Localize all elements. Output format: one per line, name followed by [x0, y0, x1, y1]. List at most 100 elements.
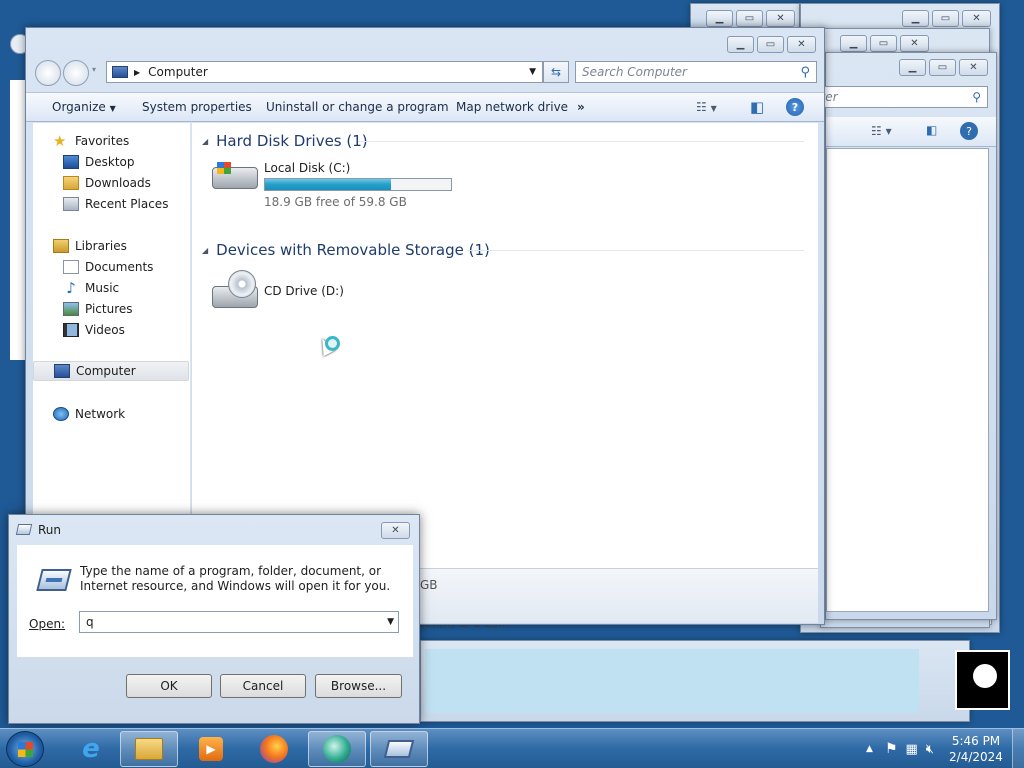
network-icon[interactable]: ▦ [906, 742, 918, 757]
taskbar-run[interactable] [370, 731, 428, 767]
open-input-value[interactable]: q [86, 615, 94, 629]
action-center-flag-icon[interactable]: ⚑ [885, 741, 898, 757]
windows-logo-icon [18, 742, 33, 757]
nav-computer[interactable]: Computer [33, 361, 189, 381]
music-note-icon: ♪ [66, 279, 76, 297]
maximize-button[interactable]: ▭ [757, 36, 784, 53]
nav-libraries[interactable]: Libraries [33, 236, 189, 256]
drive-d[interactable]: CD Drive (D:) [210, 268, 410, 318]
search-input[interactable]: uter ⚲ [806, 86, 988, 108]
volume-muted-icon[interactable]: 🔇︎ [926, 742, 934, 757]
folder-icon [135, 738, 163, 760]
nav-favorites[interactable]: ★ Favorites [33, 131, 189, 151]
help-icon[interactable]: ? [960, 122, 978, 140]
recent-pages-icon[interactable]: ▾ [92, 65, 96, 74]
nav-downloads[interactable]: Downloads [33, 173, 189, 193]
videos-filmstrip-icon [63, 323, 79, 337]
search-icon: ⚲ [800, 64, 810, 80]
collapse-triangle-icon[interactable]: ◢ [202, 137, 208, 146]
search-input[interactable]: Search Computer ⚲ [575, 61, 817, 83]
run-body: Type the name of a program, folder, docu… [17, 545, 413, 657]
minimize-button[interactable]: ▁ [902, 10, 929, 27]
system-properties-button[interactable]: System properties [142, 100, 252, 114]
nav-desktop-label: Desktop [85, 155, 135, 169]
background-dark-window [955, 650, 1010, 710]
organize-menu[interactable]: Organize ▼ [52, 100, 116, 114]
maximize-button[interactable]: ▭ [870, 35, 897, 52]
preview-pane-icon[interactable]: ◧ [750, 98, 764, 116]
group-header-removable[interactable]: ◢ Devices with Removable Storage (1) [202, 241, 490, 259]
taskbar-app-circle[interactable] [308, 731, 366, 767]
clock[interactable]: 5:46 PM 2/4/2024 [940, 733, 1012, 765]
breadcrumb-computer[interactable]: Computer [148, 65, 208, 79]
close-button[interactable]: ✕ [381, 522, 410, 539]
nav-network[interactable]: Network [33, 404, 189, 424]
cancel-button[interactable]: Cancel [220, 674, 306, 698]
more-commands-button[interactable]: » [577, 100, 585, 114]
minimize-button[interactable]: ▁ [899, 59, 926, 76]
nav-documents-label: Documents [85, 260, 154, 274]
search-placeholder: Search Computer [582, 65, 687, 79]
run-description: Type the name of a program, folder, docu… [80, 564, 391, 593]
run-program-icon [383, 740, 415, 758]
back-button[interactable] [35, 60, 61, 86]
maximize-button[interactable]: ▭ [932, 10, 959, 27]
close-button[interactable]: ✕ [962, 10, 991, 27]
minimize-button[interactable]: ▁ [840, 35, 867, 52]
close-button[interactable]: ✕ [787, 36, 816, 53]
address-bar[interactable]: ▶ Computer ▼ [106, 61, 543, 83]
nav-downloads-label: Downloads [85, 176, 151, 190]
nav-favorites-label: Favorites [75, 134, 130, 148]
close-button[interactable]: ✕ [900, 35, 929, 52]
dropdown-arrow-icon[interactable]: ▼ [387, 617, 394, 627]
collapse-triangle-icon[interactable]: ◢ [202, 246, 208, 255]
address-dropdown-icon[interactable]: ▼ [529, 67, 536, 77]
browse-button[interactable]: Browse... [315, 674, 402, 698]
help-icon[interactable]: ? [786, 98, 804, 116]
run-program-icon [36, 569, 72, 591]
nav-libraries-label: Libraries [75, 239, 127, 253]
group-hdd-label: Hard Disk Drives (1) [216, 132, 368, 150]
maximize-button[interactable]: ▭ [929, 59, 956, 76]
nav-recent-places[interactable]: Recent Places [33, 194, 189, 214]
uninstall-program-button[interactable]: Uninstall or change a program [266, 100, 449, 114]
show-desktop-button[interactable] [1012, 729, 1024, 768]
taskbar-media-player[interactable]: ▶ [182, 731, 240, 767]
nav-desktop[interactable]: Desktop [33, 152, 189, 172]
details-fragment: GB [420, 578, 438, 592]
desktop-icon [63, 155, 79, 169]
command-bar: Organize ▼ System properties Uninstall o… [26, 92, 824, 122]
nav-music-label: Music [85, 281, 120, 295]
drive-c-usage-fill [265, 179, 392, 190]
preview-pane-icon[interactable]: ◧ [926, 123, 937, 137]
cd-disc-icon [228, 270, 256, 298]
refresh-button[interactable]: ⇆ [543, 61, 569, 83]
taskbar-firefox[interactable] [245, 731, 303, 767]
map-network-drive-button[interactable]: Map network drive [456, 100, 568, 114]
taskbar-explorer[interactable] [120, 731, 178, 767]
change-view-icon[interactable]: ☷ ▼ [696, 100, 717, 114]
breadcrumb-separator-icon[interactable]: ▶ [134, 68, 140, 77]
start-button[interactable] [6, 731, 44, 767]
nav-music[interactable]: ♪ Music [33, 278, 189, 298]
close-button[interactable]: ✕ [959, 59, 988, 76]
show-hidden-icons-icon[interactable]: ▲ [866, 744, 873, 754]
nav-pictures[interactable]: Pictures [33, 299, 189, 319]
nav-videos[interactable]: Videos [33, 320, 189, 340]
taskbar-internet-explorer[interactable]: e [62, 731, 120, 767]
group-header-hdd[interactable]: ◢ Hard Disk Drives (1) [202, 132, 368, 150]
open-combobox[interactable]: q ▼ [79, 611, 399, 633]
views-icon[interactable]: ☷ ▾ [871, 124, 892, 138]
nav-pictures-label: Pictures [85, 302, 133, 316]
drive-c-name: Local Disk (C:) [264, 161, 351, 175]
ok-button[interactable]: OK [126, 674, 212, 698]
maximize-button[interactable]: ▭ [736, 10, 763, 27]
internet-explorer-icon: e [82, 734, 100, 764]
forward-button[interactable] [63, 60, 89, 86]
minimize-button[interactable]: ▁ [706, 10, 733, 27]
downloads-folder-icon [63, 176, 79, 190]
taskbar: e ▶ ▲ ⚑ ▦ 🔇︎ 5:46 PM 2/4/2024 [0, 728, 1024, 768]
minimize-button[interactable]: ▁ [727, 36, 754, 53]
close-button[interactable]: ✕ [766, 10, 795, 27]
nav-documents[interactable]: Documents [33, 257, 189, 277]
